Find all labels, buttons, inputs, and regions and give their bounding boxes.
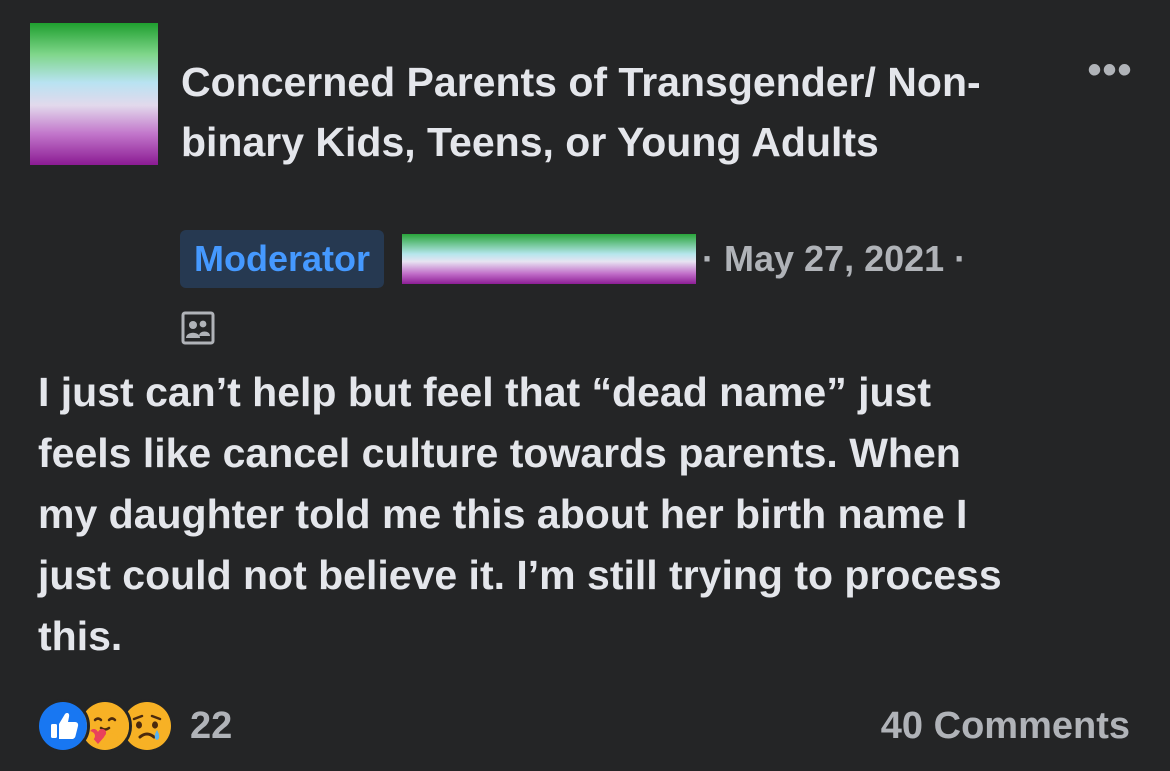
post-timestamp[interactable]: · May 27, 2021 · xyxy=(702,238,966,280)
more-options-icon: ••• xyxy=(1087,48,1133,92)
group-audience-icon xyxy=(180,310,216,346)
reactions-summary[interactable]: 22 xyxy=(36,699,233,753)
group-avatar[interactable] xyxy=(30,23,158,165)
moderator-badge: Moderator xyxy=(180,230,385,288)
post-meta: Moderator · May 27, 2021 · xyxy=(180,230,966,288)
like-reaction-icon xyxy=(36,699,90,753)
comments-count-link[interactable]: 40 Comments xyxy=(881,702,1130,750)
reaction-count: 22 xyxy=(190,704,233,747)
author-name-redacted[interactable] xyxy=(402,234,697,284)
group-name-link[interactable]: Concerned Parents of Transgender/ Non-bi… xyxy=(181,52,1051,172)
post-body: I just can’t help but feel that “dead na… xyxy=(38,369,1002,659)
group-post: Concerned Parents of Transgender/ Non-bi… xyxy=(0,0,1170,771)
more-options-button[interactable]: ••• xyxy=(1082,50,1138,90)
